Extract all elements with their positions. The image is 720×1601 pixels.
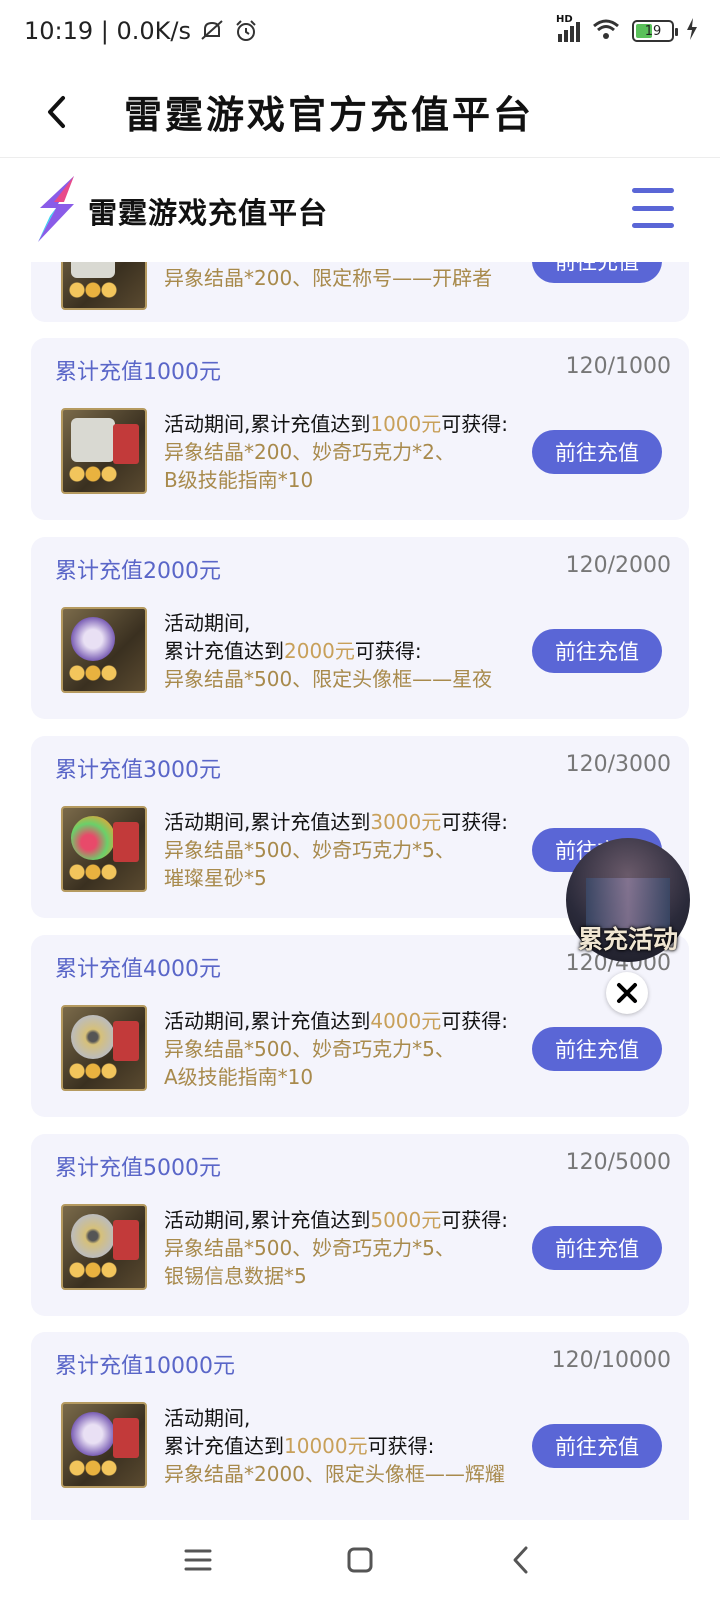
- recharge-card-partial: 异象结晶*200、限定称号——开辟者 前往充值: [31, 262, 689, 322]
- card-heading: 累计充值4000元: [55, 957, 221, 982]
- amount-highlight: 2000元: [284, 639, 355, 663]
- charging-icon: [686, 18, 698, 44]
- card-heading: 累计充值10000元: [55, 1354, 235, 1379]
- battery-icon: 19: [632, 20, 678, 42]
- reward-text: 异象结晶*500、妙奇巧克力*5、: [164, 1236, 455, 1260]
- page-title: 雷霆游戏官方充值平台: [124, 93, 535, 137]
- promo-float-button[interactable]: 累充活动: [566, 838, 690, 962]
- card-progress: 120/3000: [565, 752, 671, 777]
- alarm-icon: [233, 18, 259, 44]
- close-icon: [617, 983, 637, 1003]
- site-header: 雷霆游戏充值平台: [0, 158, 720, 262]
- card-progress: 120/5000: [565, 1150, 671, 1175]
- amount-highlight: 5000元: [370, 1208, 442, 1232]
- reward-text: 异象结晶*200、妙奇巧克力*2、: [164, 440, 455, 464]
- recharge-button[interactable]: 前往充值: [532, 1226, 662, 1270]
- card-heading: 累计充值3000元: [55, 758, 221, 783]
- network-type-label: HD: [556, 14, 573, 25]
- title-bar: 雷霆游戏官方充值平台: [0, 66, 720, 158]
- back-button[interactable]: [36, 88, 76, 136]
- reward-item-image: [61, 607, 147, 693]
- recharge-card: 累计充值5000元 120/5000 活动期间,累计充值达到5000元可获得: …: [31, 1134, 689, 1316]
- reward-item-image: [61, 1005, 147, 1091]
- mute-notification-icon: [199, 18, 225, 44]
- card-progress: 120/2000: [565, 553, 671, 578]
- reward-text: 异象结晶*2000、限定头像框——辉耀: [164, 1462, 505, 1486]
- system-back-button[interactable]: [500, 1540, 540, 1580]
- menu-lines-icon: [184, 1549, 212, 1571]
- square-home-icon: [347, 1547, 373, 1573]
- reward-text: 异象结晶*500、妙奇巧克力*5、: [164, 838, 455, 862]
- recharge-button[interactable]: 前往充值: [532, 262, 662, 283]
- hamburger-menu-icon[interactable]: [632, 188, 674, 228]
- recharge-button[interactable]: 前往充值: [532, 430, 662, 474]
- amount-highlight: 1000元: [370, 412, 442, 436]
- status-time-speed: 10:19 | 0.0K/s: [24, 17, 192, 45]
- home-button[interactable]: [340, 1540, 380, 1580]
- reward-item-image: [61, 1402, 147, 1488]
- reward-text: 璀璨星砂*5: [164, 866, 267, 890]
- card-heading: 累计充值1000元: [55, 360, 221, 385]
- close-promo-button[interactable]: [606, 972, 648, 1014]
- recharge-card: 累计充值1000元 120/1000 活动期间,累计充值达到1000元可获得: …: [31, 338, 689, 520]
- chevron-left-icon: [48, 96, 65, 128]
- reward-text: 异象结晶*500、妙奇巧克力*5、: [164, 1037, 455, 1061]
- recharge-card: 累计充值10000元 120/10000 活动期间, 累计充值达到10000元可…: [31, 1332, 689, 1520]
- recharge-card: 累计充值4000元 120/4000 活动期间,累计充值达到4000元可获得: …: [31, 935, 689, 1117]
- card-progress: 120/1000: [565, 354, 671, 379]
- chevron-left-icon: [513, 1546, 528, 1574]
- recharge-button[interactable]: 前往充值: [532, 1027, 662, 1071]
- amount-highlight: 4000元: [370, 1009, 442, 1033]
- reward-text: 银锡信息数据*5: [164, 1264, 307, 1288]
- recharge-button[interactable]: 前往充值: [532, 1424, 662, 1468]
- recharge-card: 累计充值2000元 120/2000 活动期间, 累计充值达到2000元可获得:…: [31, 537, 689, 719]
- system-nav-bar: [0, 1520, 720, 1601]
- status-bar: 10:19 | 0.0K/s HD 19: [0, 0, 720, 66]
- reward-item-image: [61, 408, 147, 494]
- thunder-logo-icon[interactable]: [34, 176, 78, 242]
- amount-highlight: 10000元: [284, 1434, 368, 1458]
- reward-item-image: [61, 262, 147, 310]
- reward-item-image: [61, 806, 147, 892]
- recents-menu-button[interactable]: [178, 1540, 218, 1580]
- signal-icon: HD: [556, 14, 580, 42]
- reward-text: A级技能指南*10: [164, 1065, 314, 1089]
- reward-text: 异象结晶*500、限定头像框——星夜: [164, 667, 493, 691]
- wifi-icon: [592, 18, 620, 44]
- amount-highlight: 3000元: [370, 810, 442, 834]
- reward-text: B级技能指南*10: [164, 468, 314, 492]
- card-progress: 120/10000: [551, 1348, 671, 1373]
- reward-text: 异象结晶*200、限定称号——开辟者: [164, 266, 493, 290]
- card-heading: 累计充值5000元: [55, 1156, 221, 1181]
- promo-label: 累充活动: [577, 925, 678, 954]
- recharge-button[interactable]: 前往充值: [532, 629, 662, 673]
- card-heading: 累计充值2000元: [55, 559, 221, 584]
- site-name: 雷霆游戏充值平台: [88, 196, 329, 230]
- reward-item-image: [61, 1204, 147, 1290]
